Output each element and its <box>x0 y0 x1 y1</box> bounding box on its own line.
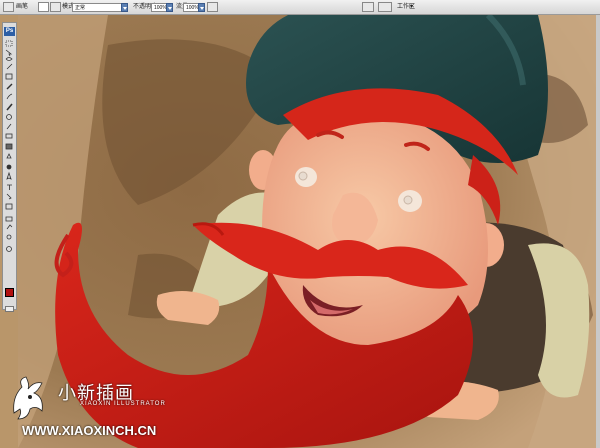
eraser-tool-icon <box>5 133 13 139</box>
notes-tool-icon <box>5 216 13 222</box>
palette-well-icon[interactable] <box>378 2 392 12</box>
brush-palette-toggle[interactable] <box>50 2 61 12</box>
airbrush-icon[interactable] <box>207 2 218 12</box>
zoom-tool-icon <box>6 246 12 252</box>
healing-brush-icon <box>6 93 13 100</box>
move-tool-icon <box>5 49 13 57</box>
marquee-tool-icon <box>5 40 13 47</box>
path-selection-icon <box>6 193 12 200</box>
magic-wand-icon <box>6 63 13 70</box>
gradient-tool-icon <box>5 143 13 150</box>
file-browser-icon[interactable] <box>362 2 374 12</box>
brush-tool-icon <box>6 103 13 111</box>
flow-slider-arrow[interactable] <box>198 3 205 12</box>
watermark-subtitle: XIAOXIN ILLUSTRATOR <box>80 401 166 407</box>
opacity-field[interactable]: 100% <box>151 3 167 12</box>
blur-tool-icon <box>6 153 12 159</box>
chevron-down-icon: ▾ <box>410 4 414 10</box>
type-tool-icon <box>7 184 12 190</box>
brush-preset-picker[interactable] <box>38 2 49 12</box>
history-brush-icon <box>6 123 12 130</box>
options-bar: 画笔 模式 正常 不透明度 100% 流量 100% 工作区 ▾ <box>0 0 600 15</box>
lasso-tool-icon <box>5 57 13 61</box>
brush-label: 画笔 <box>16 4 29 10</box>
canvas-scrollbar[interactable] <box>596 15 600 448</box>
pen-tool-icon <box>6 171 12 180</box>
eyedropper-icon <box>6 224 13 230</box>
tool-preset-button[interactable] <box>3 2 14 12</box>
clone-stamp-icon <box>6 114 12 120</box>
xiaoxin-logo-icon <box>13 376 43 420</box>
toolbox: Ps <box>2 22 17 312</box>
crop-tool-icon <box>5 73 13 80</box>
slice-tool-icon <box>6 83 13 90</box>
mode-dropdown-arrow[interactable] <box>121 3 128 12</box>
hand-tool-icon <box>6 234 12 240</box>
watermark-url: WWW.XIAOXINCH.CN <box>22 423 157 438</box>
opacity-slider-arrow[interactable] <box>166 3 173 12</box>
flow-field[interactable]: 100% <box>183 3 199 12</box>
dodge-tool-icon <box>6 164 12 170</box>
tool-icons <box>5 40 13 252</box>
watermark: 小新插画 XIAOXIN ILLUSTRATOR WWW.XIAOXINCH.C… <box>8 375 178 445</box>
shape-tool-icon <box>5 203 13 210</box>
foreground-color-swatch[interactable] <box>5 288 14 297</box>
photoshop-logo[interactable]: Ps <box>4 27 15 36</box>
mode-select[interactable]: 正常 <box>72 3 124 12</box>
quick-mask-mode-icon[interactable] <box>5 306 14 312</box>
